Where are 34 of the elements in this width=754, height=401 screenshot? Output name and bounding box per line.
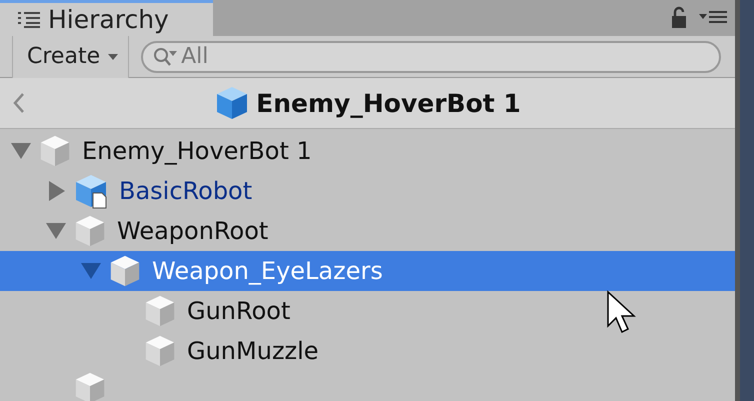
search-icon — [153, 46, 180, 66]
object-name: Weapon_EyeLazers — [152, 257, 383, 285]
cube-icon — [143, 294, 177, 328]
create-dropdown[interactable]: Create — [12, 36, 130, 78]
tree-row[interactable]: Enemy_HoverBot 1 — [0, 131, 735, 171]
header-title: Enemy_HoverBot 1 — [256, 88, 521, 118]
search-field[interactable]: All — [141, 40, 721, 72]
mouse-cursor-icon — [606, 290, 638, 336]
object-name: Enemy_HoverBot 1 — [82, 137, 312, 165]
tree-row[interactable]: GunMuzzle — [0, 331, 735, 371]
tree-row[interactable]: WeaponRoot — [0, 211, 735, 251]
list-icon — [18, 12, 40, 28]
expanded-arrow-icon[interactable] — [10, 141, 32, 161]
menu-icon[interactable] — [699, 10, 727, 24]
object-name: BasicRobot — [119, 177, 252, 205]
cube-icon — [108, 254, 142, 288]
object-name: GunRoot — [187, 297, 290, 325]
caret-icon — [108, 54, 118, 60]
object-name: WeaponRoot — [117, 217, 268, 245]
back-chevron-icon[interactable] — [12, 91, 26, 115]
expanded-arrow-icon[interactable] — [45, 221, 67, 241]
cube-icon — [38, 134, 72, 168]
padlock-icon[interactable] — [671, 6, 687, 28]
tree-row[interactable]: GunRoot — [0, 291, 735, 331]
cube-icon — [73, 214, 107, 248]
tree-row[interactable]: BasicRobot — [0, 171, 735, 211]
search-input[interactable]: All — [179, 43, 719, 70]
cube-icon — [73, 371, 107, 401]
tree-row[interactable]: Weapon_EyeLazers — [0, 251, 735, 291]
expanded-arrow-icon[interactable] — [80, 261, 102, 281]
cube-icon — [143, 334, 177, 368]
hierarchy-tab[interactable]: Hierarchy — [0, 0, 213, 36]
prefab-cube-icon — [73, 173, 109, 209]
object-name: GunMuzzle — [187, 337, 319, 365]
